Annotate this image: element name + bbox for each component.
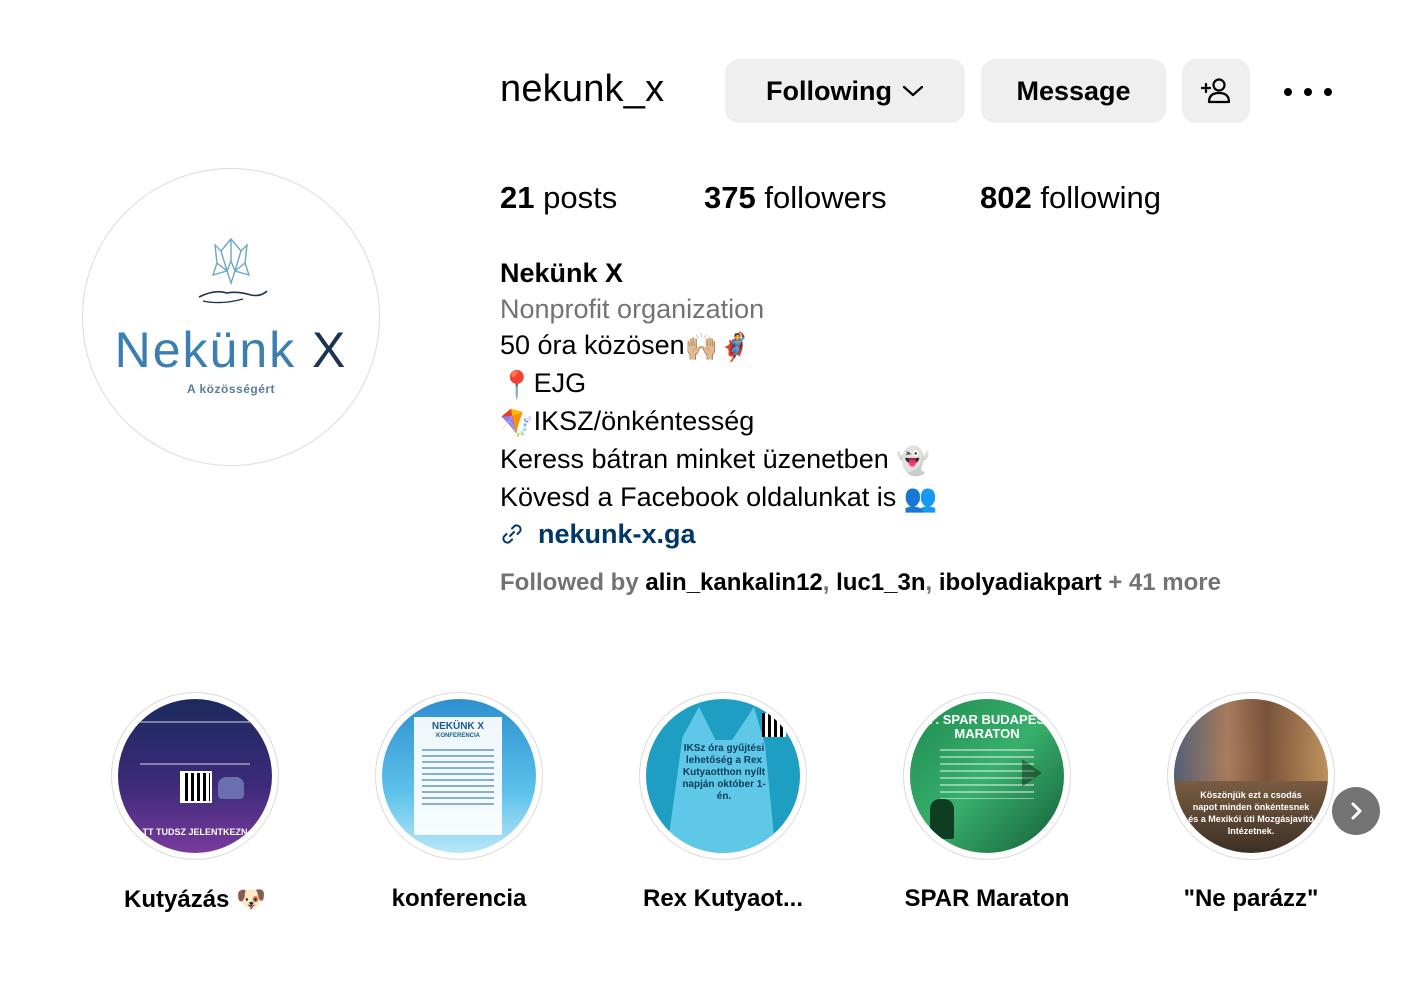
category-label: Nonprofit organization — [500, 294, 765, 324]
mutual-user[interactable]: luc1_3n — [836, 569, 925, 596]
website-link-text: nekunk-x.ga — [538, 519, 696, 550]
highlight-ne-parazz[interactable]: Köszönjük ezt a csodás napot minden önké… — [1167, 692, 1335, 912]
chevron-down-icon — [902, 85, 924, 97]
dog-icon — [218, 777, 244, 799]
username: nekunk_x — [500, 68, 665, 110]
highlight-cover: 37. SPAR BUDAPEST MARATON — [903, 692, 1071, 860]
highlight-label: Kutyázás 🐶 — [124, 886, 266, 913]
highlight-cover: IKSz óra gyűjtési lehetőség a Rex Kutyao… — [639, 692, 807, 860]
mutual-user[interactable]: alin_kankalin12 — [645, 569, 822, 596]
followers-stat[interactable]: 375 followers — [704, 180, 887, 216]
posts-stat: 21 posts — [500, 180, 618, 215]
more-options-icon[interactable] — [1284, 80, 1332, 104]
bird-hand-logo-icon — [198, 237, 268, 304]
highlight-cover: TT TUDSZ JELENTKEZN — [111, 692, 279, 860]
runner-icon — [930, 799, 954, 839]
qr-code-icon — [180, 771, 212, 803]
message-button[interactable]: Message — [981, 59, 1166, 123]
bio-line: Kövesd a Facebook oldalunkat is 👥 — [500, 481, 938, 514]
chevron-right-icon — [1351, 802, 1362, 820]
link-icon — [502, 524, 522, 544]
bio-line: 50 óra közösen🙌🏼🦸 — [500, 330, 752, 362]
bio-line: 📍EJG — [500, 367, 587, 400]
dot — [1284, 88, 1292, 96]
play-arrow-icon — [1022, 759, 1042, 787]
following-button[interactable]: Following — [725, 59, 965, 123]
followed-by[interactable]: Followed by alin_kankalin12, luc1_3n, ib… — [500, 569, 1221, 597]
photo-collage — [1174, 699, 1328, 781]
highlight-label: SPAR Maraton — [904, 885, 1070, 912]
dot — [1324, 88, 1332, 96]
highlight-rex-kutyaotthon[interactable]: IKSz óra gyűjtési lehetőség a Rex Kutyao… — [639, 692, 807, 912]
qr-code-icon — [762, 713, 786, 737]
add-user-button[interactable] — [1182, 59, 1250, 123]
display-name: Nekünk X — [500, 258, 624, 288]
highlights-next-button[interactable] — [1332, 787, 1380, 835]
mutual-user[interactable]: ibolyadiakpart — [939, 569, 1102, 596]
highlight-konferencia[interactable]: NEKÜNK X KONFERENCIA konferencia — [375, 692, 543, 912]
following-stat[interactable]: 802 following — [980, 180, 1161, 216]
highlight-label: Rex Kutyaot... — [642, 885, 804, 912]
logo-wordmark: Nekünk X — [114, 322, 348, 378]
highlight-cover: NEKÜNK X KONFERENCIA — [375, 692, 543, 860]
highlight-cover: Köszönjük ezt a csodás napot minden önké… — [1167, 692, 1335, 860]
add-person-icon — [1200, 78, 1231, 104]
profile-avatar[interactable]: Nekünk X A közösségért — [82, 168, 380, 466]
bio-line: 🪁IKSZ/önkéntesség — [500, 405, 755, 438]
highlight-kutyazas[interactable]: TT TUDSZ JELENTKEZN Kutyázás 🐶 — [111, 692, 279, 913]
website-link[interactable]: nekunk-x.ga — [500, 516, 937, 552]
bio: Nekünk X Nonprofit organization 50 óra k… — [500, 255, 937, 552]
following-button-label: Following — [766, 75, 892, 106]
highlight-label: "Ne parázz" — [1183, 885, 1319, 912]
dot — [1304, 88, 1312, 96]
bio-line: Keress bátran minket üzenetben 👻 — [500, 443, 930, 476]
highlight-spar-maraton[interactable]: 37. SPAR BUDAPEST MARATON SPAR Maraton — [903, 692, 1071, 912]
highlight-label: konferencia — [391, 885, 527, 912]
logo-tagline: A közösségért — [186, 382, 276, 396]
